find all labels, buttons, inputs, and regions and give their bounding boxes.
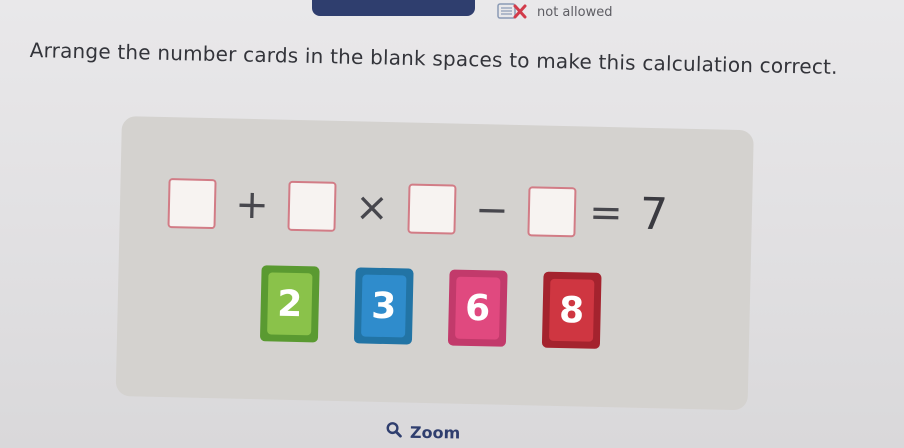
number-card-6[interactable]: 6	[447, 269, 508, 347]
blank-slot-3[interactable]	[407, 183, 457, 235]
top-header-bar	[312, 0, 475, 16]
equation-result: 7	[639, 188, 669, 240]
number-card-8[interactable]: 8	[541, 271, 602, 349]
blank-slot-1[interactable]	[167, 178, 217, 230]
plus-operator: +	[234, 181, 270, 229]
number-card-2[interactable]: 2	[259, 265, 320, 343]
question-panel: + × − = 7 2 3 6 8	[115, 116, 754, 411]
equation: + × − = 7	[167, 171, 668, 246]
blank-slot-4[interactable]	[527, 186, 577, 238]
calculator-status-text: not allowed	[537, 4, 613, 20]
multiply-operator: ×	[354, 184, 390, 232]
number-cards: 2 3 6 8	[259, 265, 602, 349]
blank-slot-2[interactable]	[287, 180, 337, 232]
calculator-crossed-icon	[497, 2, 527, 22]
number-card-6-face: 6	[455, 276, 501, 340]
question-instruction: Arrange the number cards in the blank sp…	[29, 38, 838, 79]
equals-operator: =	[588, 189, 624, 237]
number-card-3-face: 3	[361, 274, 407, 338]
number-card-8-face: 8	[549, 278, 595, 342]
zoom-label: Zoom	[409, 422, 461, 443]
calculator-status: not allowed	[497, 1, 612, 23]
zoom-button[interactable]: Zoom	[386, 421, 461, 442]
number-card-3[interactable]: 3	[353, 267, 414, 345]
magnifier-icon	[386, 421, 402, 441]
minus-operator: −	[474, 187, 510, 234]
number-card-2-face: 2	[267, 272, 313, 336]
